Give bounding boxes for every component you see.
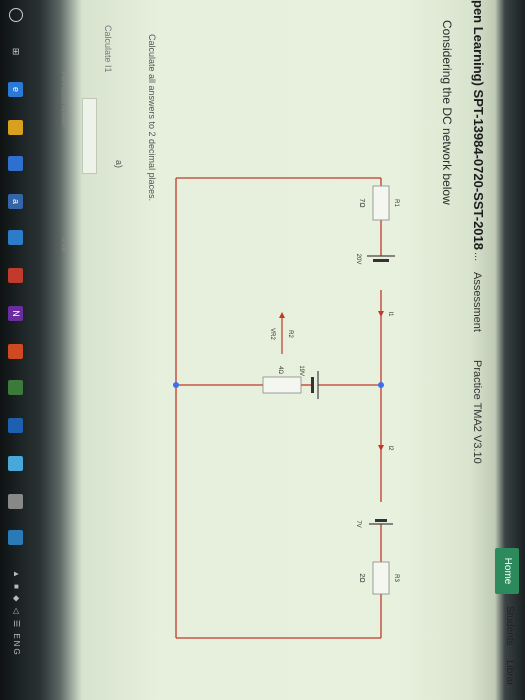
taskbar: ⊞ e a N ▲ ■ ◆ ◁ ☰ ENG bbox=[0, 0, 30, 700]
chrome-icon[interactable] bbox=[8, 456, 23, 471]
excel-icon[interactable] bbox=[8, 380, 23, 395]
breadcrumb-separator: ... bbox=[472, 252, 484, 262]
current-arrow-i1 bbox=[378, 311, 384, 317]
system-tray[interactable]: ▲ ■ ◆ ◁ ☰ ENG bbox=[12, 570, 21, 657]
resistor-r3 bbox=[372, 561, 390, 595]
edge-icon[interactable]: e bbox=[8, 82, 23, 97]
resistor-r1 bbox=[372, 185, 390, 221]
r2-value: 4Ω bbox=[277, 366, 283, 374]
app-blue-icon[interactable] bbox=[8, 530, 23, 545]
rotated-page: Home Students Librar pen Learning) SPT-1… bbox=[0, 0, 525, 700]
i1-label: I1 bbox=[387, 311, 393, 317]
outlook-icon[interactable] bbox=[8, 418, 23, 433]
instructions-text: Calculate all answers to 2 decimal place… bbox=[147, 34, 157, 202]
answer-input[interactable] bbox=[82, 98, 97, 174]
battery-e2-icon bbox=[311, 371, 319, 399]
e3-value: 7V bbox=[355, 520, 361, 527]
task-view-icon[interactable]: ⊞ bbox=[8, 44, 23, 59]
nav-students-link[interactable]: Students bbox=[504, 606, 515, 645]
onenote-icon[interactable]: N bbox=[8, 306, 23, 321]
r2-label: R2 bbox=[287, 330, 293, 338]
circuit-diagram: R1 7Ω 20V 19V 4Ω R2 VR2 R3 2Ω 7V I1 I2 bbox=[171, 148, 421, 668]
resistor-r2 bbox=[262, 376, 302, 394]
r1-label: R1 bbox=[393, 199, 399, 207]
powerpoint-icon[interactable] bbox=[8, 344, 23, 359]
start-icon[interactable] bbox=[9, 8, 23, 22]
part-label: a) bbox=[114, 160, 124, 169]
app-red-icon[interactable] bbox=[8, 268, 23, 283]
r1-value: 7Ω bbox=[358, 198, 365, 207]
e1-value: 20V bbox=[355, 254, 361, 265]
battery-e3-icon bbox=[369, 519, 393, 525]
answer-unit: .1 08 bbox=[60, 236, 67, 252]
page-title: pen Learning) SPT-13984-0720-SST-2018 bbox=[471, 0, 486, 250]
circuit-wires bbox=[175, 177, 382, 639]
node-top bbox=[378, 382, 384, 388]
breadcrumb-assessment[interactable]: Assessment bbox=[471, 272, 483, 332]
r3-label: R3 bbox=[393, 574, 399, 582]
calculator-icon[interactable] bbox=[8, 494, 23, 509]
current-arrow-i2 bbox=[378, 445, 384, 451]
nav-library-link[interactable]: Librar bbox=[504, 660, 515, 686]
nav-home-button[interactable]: Home bbox=[495, 548, 519, 594]
answer-hint: Formatted answer bbox=[60, 72, 67, 129]
file-explorer-icon[interactable] bbox=[8, 120, 23, 135]
question-prompt: Considering the DC network below bbox=[440, 20, 454, 205]
vr2-label: VR2 bbox=[269, 328, 275, 340]
e2-value: 19V bbox=[298, 365, 304, 376]
r3-value: 2Ω bbox=[358, 573, 365, 582]
store-icon[interactable] bbox=[8, 156, 23, 171]
node-bottom bbox=[173, 382, 179, 388]
screen: Home Students Librar pen Learning) SPT-1… bbox=[0, 0, 525, 700]
battery-e1-icon bbox=[367, 255, 395, 262]
top-nav: Home Students Librar bbox=[485, 0, 525, 700]
breadcrumb-practice[interactable]: Practice TMA2 V3.10 bbox=[471, 360, 483, 464]
i2-label: I2 bbox=[387, 445, 393, 451]
part-prompt: Calculate I1 bbox=[103, 25, 113, 73]
dropbox-icon[interactable] bbox=[8, 230, 23, 245]
voltage-arrow-vr2 bbox=[279, 312, 285, 354]
word-icon[interactable]: a bbox=[8, 194, 23, 209]
